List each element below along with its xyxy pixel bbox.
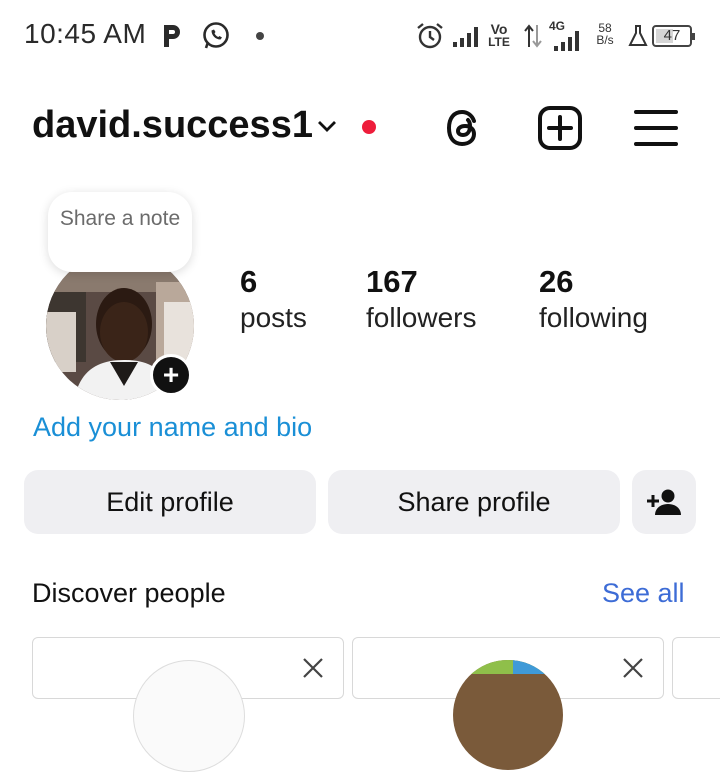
posts-label[interactable]: posts [240,302,307,334]
parking-icon [160,20,184,52]
signal-icon [450,20,480,52]
followers-count[interactable]: 167 [366,264,418,300]
edit-profile-button[interactable]: Edit profile [24,470,316,534]
data-arrows-icon [522,20,544,52]
following-count[interactable]: 26 [539,264,573,300]
flask-icon [626,20,650,52]
status-time: 10:45 AM [24,18,147,49]
add-bio-link[interactable]: Add your name and bio [33,412,312,443]
discover-people-button[interactable] [632,470,696,534]
live-dot-icon [362,120,376,134]
suggestion-card[interactable] [672,637,720,699]
menu-icon[interactable] [632,104,680,152]
volte-label: Vo LTE [488,21,510,49]
suggestion-avatar [453,660,563,770]
followers-label[interactable]: followers [366,302,476,334]
whatsapp-icon [200,20,232,52]
share-profile-label: Share profile [397,486,551,517]
following-label[interactable]: following [539,302,648,334]
net-speed: 58 B/s [596,21,614,47]
add-person-icon [647,489,681,515]
close-icon[interactable] [301,656,325,680]
discover-people-title: Discover people [32,578,226,608]
edit-profile-label: Edit profile [106,486,234,517]
share-note-bubble[interactable]: Share a note [48,192,192,272]
battery-level: 47 [663,27,681,44]
share-profile-button[interactable]: Share profile [328,470,620,534]
username-title[interactable]: david.success1 [32,104,313,147]
see-all-link[interactable]: See all [602,578,685,609]
threads-icon[interactable] [440,104,488,152]
close-icon[interactable] [621,656,645,680]
suggestion-card[interactable] [32,637,344,772]
dot-icon [256,32,264,40]
create-icon[interactable] [536,104,584,152]
suggestion-avatar [133,660,245,772]
battery-icon: 47 [652,25,695,47]
posts-count[interactable]: 6 [240,264,257,300]
alarm-icon [414,20,446,52]
chevron-down-icon[interactable] [316,118,338,136]
suggestion-card[interactable] [352,637,664,770]
signal-icon [550,24,582,56]
add-story-button[interactable]: + [150,354,192,396]
